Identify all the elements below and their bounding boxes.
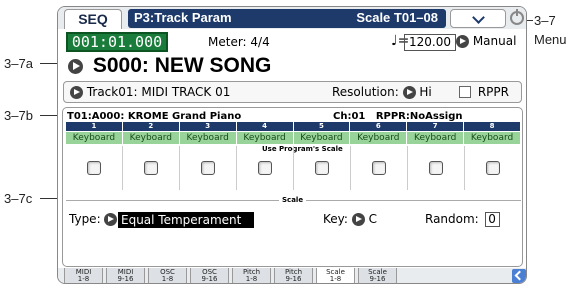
program-info-line: T01:A000: KROME Grand Piano Ch:01 RPPR:N… xyxy=(67,111,517,122)
popup-arrow-icon xyxy=(351,213,365,226)
rppr-checkbox[interactable]: RPPR xyxy=(459,85,509,99)
random-field: Random: 0 xyxy=(425,212,500,227)
popup-arrow-icon[interactable] xyxy=(104,213,118,226)
track-type-5: Keyboard xyxy=(293,132,351,144)
use-program-scale-cell-8 xyxy=(465,146,521,190)
tempo-field[interactable]: 120.00 xyxy=(404,34,456,51)
track-type-4: Keyboard xyxy=(236,132,294,144)
use-program-scale-cell-2 xyxy=(123,146,180,190)
checkbox-icon xyxy=(459,86,471,98)
page-menu-button[interactable] xyxy=(450,9,506,28)
tab-midi-9-16[interactable]: MIDI 9-16 xyxy=(106,268,145,283)
channel-rppr-info: Ch:01 RPPR:NoAssign xyxy=(333,111,462,122)
track-type-3: Keyboard xyxy=(179,132,237,144)
use-program-scale-cell-1 xyxy=(66,146,123,190)
track-column-1: 1 xyxy=(66,122,123,131)
scale-track-range: Scale T01–08 xyxy=(356,10,438,25)
track-type-7: Keyboard xyxy=(407,132,465,144)
popup-arrow-icon xyxy=(402,86,416,99)
track-type-1: Keyboard xyxy=(66,132,123,144)
track-column-6: 6 xyxy=(350,122,408,131)
scale-key-select[interactable]: Key: C xyxy=(323,212,377,226)
title-bar: SEQ P3:Track Param Scale T01–08 xyxy=(58,7,526,29)
tempo-mode-select[interactable]: Manual xyxy=(456,34,516,48)
tab-midi-1-8[interactable]: MIDI 1-8 xyxy=(64,268,103,283)
use-program-scale-cell-3 xyxy=(180,146,237,190)
track-column-8: 8 xyxy=(464,122,521,131)
page-title: P3:Track Param xyxy=(134,10,232,25)
use-program-scale-checkbox-1[interactable] xyxy=(87,161,101,175)
track-column-5: 5 xyxy=(293,122,351,131)
rppr-info: RPPR:NoAssign xyxy=(375,111,463,122)
resolution-label: Resolution: xyxy=(332,85,399,99)
mode-tab[interactable]: SEQ xyxy=(64,9,122,29)
scale-key-value: C xyxy=(368,212,377,226)
use-program-scale-checkbox-7[interactable] xyxy=(429,161,443,175)
location-display[interactable]: 001:01.000 xyxy=(66,32,168,52)
meter-display: Meter: 4/4 xyxy=(208,35,270,49)
callout-menu-word: Menu xyxy=(534,32,567,47)
track-column-4: 4 xyxy=(236,122,294,131)
use-program-scale-cell-4 xyxy=(237,146,294,190)
tab-osc-9-16[interactable]: OSC 9-16 xyxy=(190,268,229,283)
tab-scale-1-8[interactable]: Scale 1-8 xyxy=(316,268,355,283)
resolution-select[interactable]: Resolution: Hi xyxy=(332,85,432,99)
use-program-scale-checkbox-5[interactable] xyxy=(315,161,329,175)
scale-key-label: Key: xyxy=(323,212,348,226)
tab-pitch-1-8[interactable]: Pitch 1-8 xyxy=(232,268,271,283)
callout-3-7-menu: 3–7 xyxy=(534,13,556,28)
track-type-6: Keyboard xyxy=(350,132,408,144)
song-select[interactable]: S000: NEW SONG xyxy=(68,54,271,78)
track-column-3: 3 xyxy=(179,122,237,131)
program-name: T01:A000: KROME Grand Piano xyxy=(67,111,242,122)
track-column-2: 2 xyxy=(122,122,180,131)
track-type-8: Keyboard xyxy=(464,132,521,144)
use-program-scale-checkbox-8[interactable] xyxy=(486,161,500,175)
power-icon[interactable] xyxy=(510,9,524,25)
popup-arrow-icon xyxy=(70,86,83,99)
scale-type-label: Type: xyxy=(69,212,101,226)
track-type-row: Keyboard Keyboard Keyboard Keyboard Keyb… xyxy=(66,132,521,144)
callout-3-7b: 3–7b xyxy=(4,108,33,123)
tab-scale-9-16[interactable]: Scale 9-16 xyxy=(358,268,397,283)
scale-type-value[interactable]: Equal Temperament xyxy=(118,212,254,228)
use-program-scale-cell-6 xyxy=(351,146,408,190)
use-program-scale-cell-7 xyxy=(408,146,465,190)
page-title-bar: P3:Track Param Scale T01–08 xyxy=(128,9,446,28)
track-name: Track01: MIDI TRACK 01 xyxy=(86,85,231,99)
scale-parameter-panel: T01:A000: KROME Grand Piano Ch:01 RPPR:N… xyxy=(62,107,523,267)
song-name: S000: NEW SONG xyxy=(92,54,272,77)
use-program-scale-row xyxy=(66,146,521,190)
scale-section-label: Scale xyxy=(279,196,307,204)
tempo-mode-label: Manual xyxy=(472,34,517,48)
callout-3-7c: 3–7c xyxy=(4,191,33,206)
use-program-scale-cell-5 xyxy=(294,146,351,190)
random-label: Random: xyxy=(425,212,479,226)
track-select[interactable]: Track01: MIDI TRACK 01 xyxy=(70,85,230,99)
popup-arrow-icon xyxy=(68,58,83,74)
rppr-label: RPPR xyxy=(477,85,509,99)
track-column-7: 7 xyxy=(407,122,465,131)
tab-osc-1-8[interactable]: OSC 1-8 xyxy=(148,268,187,283)
device-screen: SEQ P3:Track Param Scale T01–08 001:01.0… xyxy=(57,6,527,284)
page-tabs: MIDI 1-8 MIDI 9-16 OSC 1-8 OSC 9-16 Pitch 1-8… xyxy=(58,268,526,283)
track-select-panel: Track01: MIDI TRACK 01 Resolution: Hi RP… xyxy=(63,81,522,103)
popup-arrow-icon xyxy=(456,35,469,48)
use-program-scale-checkbox-3[interactable] xyxy=(201,161,215,175)
use-program-scale-checkbox-6[interactable] xyxy=(372,161,386,175)
scale-type-label-group: Type: xyxy=(69,212,118,226)
resolution-value: Hi xyxy=(419,85,432,99)
callout-3-7a: 3–7a xyxy=(4,56,33,71)
random-value[interactable]: 0 xyxy=(484,212,500,227)
chevron-down-icon xyxy=(471,11,485,24)
tab-scroll-button[interactable] xyxy=(512,269,526,283)
track-column-header: 1 2 3 4 5 6 7 8 xyxy=(66,122,521,131)
use-program-scale-checkbox-2[interactable] xyxy=(144,161,158,175)
track-type-2: Keyboard xyxy=(122,132,180,144)
tab-pitch-9-16[interactable]: Pitch 9-16 xyxy=(274,268,313,283)
use-program-scale-checkbox-4[interactable] xyxy=(258,161,272,175)
channel-info: Ch:01 xyxy=(333,111,366,122)
